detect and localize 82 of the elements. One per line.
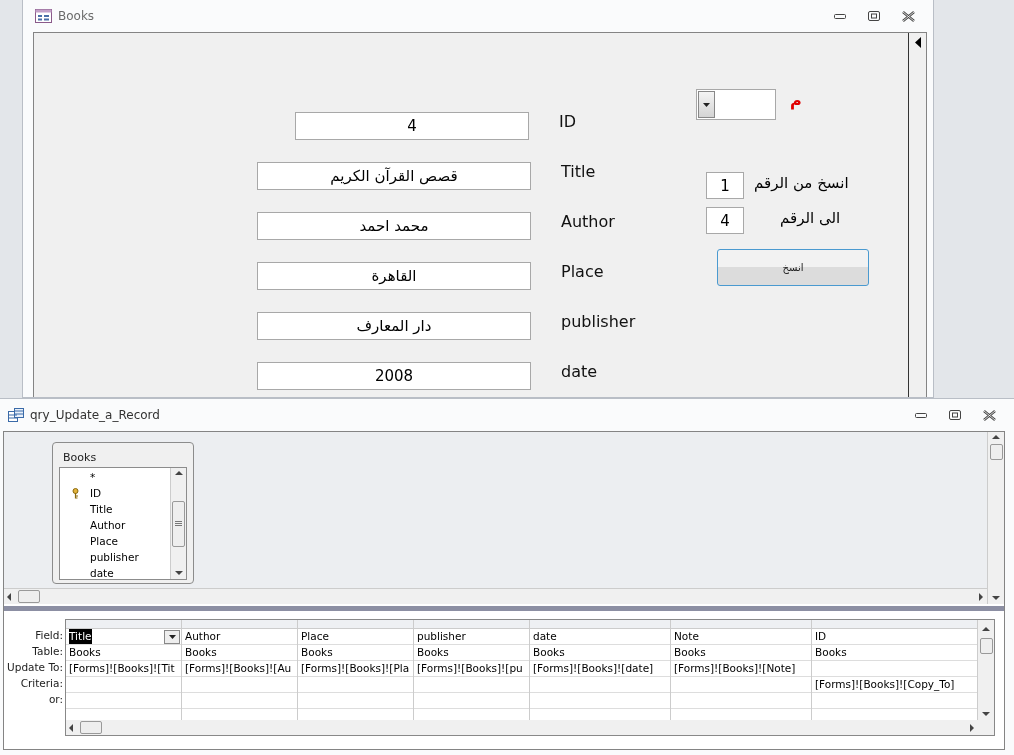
scrollbar[interactable] bbox=[978, 620, 994, 720]
field-name[interactable]: Place bbox=[90, 535, 118, 547]
grid-cell[interactable]: [Forms]![Books]![Copy_To] bbox=[812, 677, 977, 693]
field-label: date bbox=[561, 361, 598, 381]
grid-cell[interactable]: [Forms]![Books]![date] bbox=[530, 661, 670, 677]
field-name[interactable]: Author bbox=[90, 519, 126, 531]
column-selector[interactable] bbox=[182, 620, 297, 629]
minimize-icon[interactable] bbox=[834, 12, 846, 20]
copy-button[interactable]: انسخ bbox=[717, 249, 869, 286]
grid-cell[interactable]: Title bbox=[66, 629, 181, 645]
text-field[interactable]: قصص القرآن الكريم bbox=[257, 162, 531, 190]
scrollbar[interactable] bbox=[170, 468, 186, 579]
grid-cell[interactable]: Books bbox=[182, 645, 297, 661]
text-field[interactable]: القاهرة bbox=[257, 262, 531, 290]
field-name[interactable]: Title bbox=[90, 503, 113, 515]
restore-icon[interactable] bbox=[868, 11, 880, 21]
grid-cell[interactable]: [Forms]![Books]![Tit bbox=[66, 661, 181, 677]
grid-cell[interactable]: ID bbox=[812, 629, 977, 645]
field-name[interactable]: date bbox=[90, 567, 114, 579]
text-field[interactable]: محمد احمد bbox=[257, 212, 531, 240]
row-label: Criteria: bbox=[20, 676, 63, 691]
field-name[interactable]: * bbox=[90, 471, 96, 483]
to-number-label: الى الرقم bbox=[780, 208, 841, 227]
grid-cell[interactable]: [Forms]![Books]![Au bbox=[182, 661, 297, 677]
column-selector[interactable] bbox=[66, 620, 181, 629]
row-label: or: bbox=[48, 692, 63, 707]
to-number-field[interactable]: 4 bbox=[706, 207, 744, 234]
close-icon[interactable] bbox=[902, 10, 915, 22]
minimize-icon[interactable] bbox=[915, 411, 927, 419]
field-label: publisher bbox=[561, 311, 636, 331]
restore-icon[interactable] bbox=[949, 410, 961, 420]
form-icon bbox=[35, 9, 52, 23]
scroll-thumb[interactable] bbox=[80, 721, 102, 734]
row-label: Field: bbox=[35, 628, 63, 643]
grid-cell[interactable]: Books bbox=[298, 645, 413, 661]
column-selector[interactable] bbox=[530, 620, 670, 629]
row-label: Table: bbox=[32, 644, 63, 659]
grid-cell[interactable]: Books bbox=[530, 645, 670, 661]
grid-cell[interactable]: Books bbox=[812, 645, 977, 661]
grid-cell[interactable]: Books bbox=[671, 645, 811, 661]
grid-cell[interactable]: [Forms]![Books]![pu bbox=[414, 661, 529, 677]
scrollbar[interactable] bbox=[4, 588, 987, 604]
column-selector[interactable] bbox=[298, 620, 413, 629]
from-number-label: انسخ من الرقم bbox=[754, 173, 849, 192]
grid-cell[interactable]: [Forms]![Books]![Note] bbox=[671, 661, 811, 677]
text-field[interactable]: 4 bbox=[295, 112, 529, 140]
scroll-thumb[interactable] bbox=[18, 590, 40, 603]
table-name: Books bbox=[62, 450, 98, 466]
field-name[interactable]: ID bbox=[90, 487, 102, 499]
close-icon[interactable] bbox=[983, 409, 996, 421]
grid-cell[interactable]: date bbox=[530, 629, 670, 645]
scroll-thumb[interactable] bbox=[979, 638, 993, 654]
table-field-list[interactable]: Books * ID Title Author Place publisher date bbox=[52, 442, 194, 584]
text-field[interactable]: 2008 bbox=[257, 362, 531, 390]
grid-cell[interactable]: Note bbox=[671, 629, 811, 645]
scroll-thumb[interactable] bbox=[172, 500, 185, 547]
record-selector-icon[interactable] bbox=[913, 37, 922, 48]
grid-cell[interactable]: Author bbox=[182, 629, 297, 645]
combo-label: م bbox=[790, 91, 802, 110]
field-label: Title bbox=[561, 161, 596, 181]
from-number-field[interactable]: 1 bbox=[706, 172, 744, 199]
field-label: Place bbox=[561, 261, 604, 281]
field-name[interactable]: publisher bbox=[90, 551, 139, 563]
grid-cell[interactable]: Books bbox=[414, 645, 529, 661]
column-selector[interactable] bbox=[414, 620, 529, 629]
column-selector[interactable] bbox=[671, 620, 811, 629]
text-field[interactable]: دار المعارف bbox=[257, 312, 531, 340]
dropdown-arrow-icon[interactable] bbox=[703, 102, 710, 107]
scrollbar[interactable] bbox=[66, 720, 994, 735]
field-label: Author bbox=[561, 211, 615, 231]
grid-cell[interactable]: [Forms]![Books]![Pla bbox=[298, 661, 413, 677]
grid-cell[interactable]: Place bbox=[298, 629, 413, 645]
field-label: ID bbox=[559, 111, 577, 131]
scroll-thumb[interactable] bbox=[989, 444, 1003, 460]
query-icon bbox=[8, 408, 24, 422]
window-title: Books bbox=[58, 9, 96, 23]
dropdown-arrow-icon[interactable] bbox=[168, 634, 176, 639]
grid-cell[interactable]: publisher bbox=[414, 629, 529, 645]
row-label: Update To: bbox=[7, 660, 63, 675]
grid-cell[interactable]: Books bbox=[66, 645, 181, 661]
window-title: qry_Update_a_Record bbox=[30, 408, 161, 422]
scrollbar[interactable] bbox=[987, 432, 1004, 604]
